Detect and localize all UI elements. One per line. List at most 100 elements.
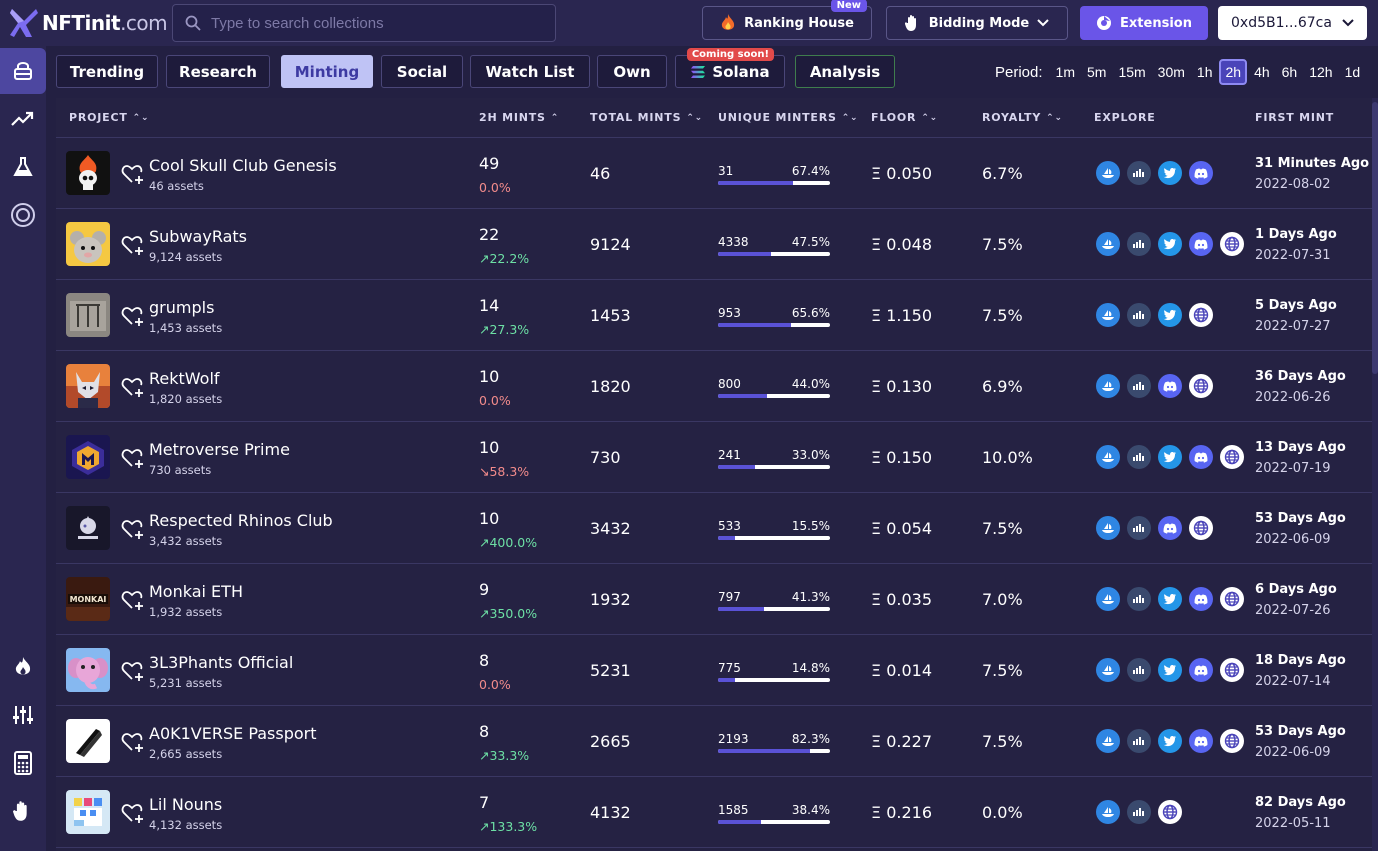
sidebar-item-trending[interactable] [0,96,46,142]
period-option-12h[interactable]: 12h [1304,60,1337,84]
looksrare-icon[interactable] [1127,516,1151,540]
twitter-icon[interactable] [1158,658,1182,682]
looksrare-icon[interactable] [1127,161,1151,185]
table-row[interactable]: A0K1VERSE Passport 2,665 assets 8 ↗33.3% 266… [56,706,1372,777]
table-row[interactable]: Metroverse Prime 730 assets 10 ↘58.3% 730 241… [56,422,1372,493]
table-row[interactable]: 3L3Phants Official 5,231 assets 8 0.0% 5231 7… [56,635,1372,706]
add-to-watchlist-heart-icon[interactable] [120,659,144,683]
looksrare-icon[interactable] [1127,374,1151,398]
opensea-icon[interactable] [1096,800,1120,824]
collection-thumbnail[interactable] [66,151,110,195]
period-option-4h[interactable]: 4h [1249,60,1275,84]
add-to-watchlist-heart-icon[interactable] [120,233,144,257]
period-option-6h[interactable]: 6h [1277,60,1303,84]
discord-icon[interactable] [1189,587,1213,611]
add-to-watchlist-heart-icon[interactable] [120,304,144,328]
sidebar-item-ranking[interactable] [0,644,46,690]
project-name[interactable]: Lil Nouns [149,795,222,814]
sidebar-item-minting[interactable] [0,48,46,94]
header-royalty[interactable]: ROYALTY ⌃⌄ [982,111,1063,124]
twitter-icon[interactable] [1158,232,1182,256]
header-total-mints[interactable]: TOTAL MINTS ⌃⌄ [590,111,703,124]
sidebar-item-bidding[interactable] [0,788,46,834]
table-row[interactable]: RektWolf 1,820 assets 10 0.0% 1820 800 44.0% Ξ … [56,351,1372,422]
tab-social[interactable]: Social [381,55,463,88]
table-row[interactable]: Cool Skull Club Genesis 46 assets 49 0.0% 46… [56,138,1372,209]
twitter-icon[interactable] [1158,303,1182,327]
search-input[interactable] [211,14,541,32]
opensea-icon[interactable] [1096,374,1120,398]
opensea-icon[interactable] [1096,516,1120,540]
website-icon[interactable] [1158,800,1182,824]
sidebar-item-social[interactable] [0,192,46,238]
add-to-watchlist-heart-icon[interactable] [120,588,144,612]
collection-thumbnail[interactable]: MONKAI [66,577,110,621]
collection-thumbnail[interactable] [66,364,110,408]
website-icon[interactable] [1189,516,1213,540]
project-name[interactable]: Respected Rhinos Club [149,511,333,530]
website-icon[interactable] [1189,303,1213,327]
extension-button[interactable]: Extension [1080,6,1208,40]
add-to-watchlist-heart-icon[interactable] [120,375,144,399]
period-option-1m[interactable]: 1m [1051,60,1080,84]
twitter-icon[interactable] [1158,161,1182,185]
period-option-1h[interactable]: 1h [1192,60,1218,84]
looksrare-icon[interactable] [1127,587,1151,611]
collection-thumbnail[interactable] [66,506,110,550]
project-name[interactable]: 3L3Phants Official [149,653,293,672]
tab-own[interactable]: Own [597,55,667,88]
sidebar-item-calculator[interactable] [0,740,46,786]
period-option-30m[interactable]: 30m [1153,60,1190,84]
website-icon[interactable] [1220,587,1244,611]
website-icon[interactable] [1220,232,1244,256]
tab-analysis[interactable]: Analysis [795,55,895,88]
period-option-15m[interactable]: 15m [1113,60,1150,84]
opensea-icon[interactable] [1096,445,1120,469]
add-to-watchlist-heart-icon[interactable] [120,446,144,470]
collection-thumbnail[interactable] [66,435,110,479]
table-row[interactable]: SubwayRats 9,124 assets 22 ↗22.2% 9124 4338 47… [56,209,1372,280]
tab-watch-list[interactable]: Watch List [470,55,590,88]
website-icon[interactable] [1220,658,1244,682]
discord-icon[interactable] [1189,445,1213,469]
scrollbar-thumb[interactable] [1372,102,1378,374]
period-option-1d[interactable]: 1d [1340,60,1366,84]
tab-solana[interactable]: Solana Coming soon! [675,48,785,88]
project-name[interactable]: Metroverse Prime [149,440,290,459]
ranking-house-button[interactable]: Ranking House New [702,0,872,40]
website-icon[interactable] [1220,729,1244,753]
header-floor[interactable]: FLOOR ⌃⌄ [871,111,938,124]
project-name[interactable]: grumpls [149,298,214,317]
project-name[interactable]: Cool Skull Club Genesis [149,156,337,175]
looksrare-icon[interactable] [1127,800,1151,824]
twitter-icon[interactable] [1158,445,1182,469]
project-name[interactable]: SubwayRats [149,227,247,246]
twitter-icon[interactable] [1158,729,1182,753]
discord-icon[interactable] [1189,161,1213,185]
opensea-icon[interactable] [1096,587,1120,611]
period-option-2h[interactable]: 2h [1219,59,1248,85]
looksrare-icon[interactable] [1127,303,1151,327]
looksrare-icon[interactable] [1127,658,1151,682]
twitter-icon[interactable] [1158,587,1182,611]
collection-thumbnail[interactable] [66,648,110,692]
collection-thumbnail[interactable] [66,790,110,834]
table-row[interactable]: MONKAI Monkai ETH 1,932 assets 9 ↗350.0% 1932… [56,564,1372,635]
sidebar-item-filters[interactable] [0,692,46,738]
tab-trending[interactable]: Trending [56,55,158,88]
discord-icon[interactable] [1158,374,1182,398]
table-row[interactable]: Lil Nouns 4,132 assets 7 ↗133.3% 4132 1585 38.… [56,777,1372,848]
tab-research[interactable]: Research [166,55,270,88]
table-row[interactable]: Respected Rhinos Club 3,432 assets 10 ↗400.… [56,493,1372,564]
discord-icon[interactable] [1158,516,1182,540]
opensea-icon[interactable] [1096,161,1120,185]
scrollbar[interactable] [1372,98,1378,851]
project-name[interactable]: Monkai ETH [149,582,243,601]
wallet-dropdown[interactable]: 0xd5B1...67ca [1218,6,1367,40]
opensea-icon[interactable] [1096,658,1120,682]
header-project[interactable]: PROJECT ⌃⌄ [69,111,149,124]
collection-thumbnail[interactable] [66,222,110,266]
add-to-watchlist-heart-icon[interactable] [120,801,144,825]
period-option-5m[interactable]: 5m [1082,60,1111,84]
project-name[interactable]: RektWolf [149,369,220,388]
